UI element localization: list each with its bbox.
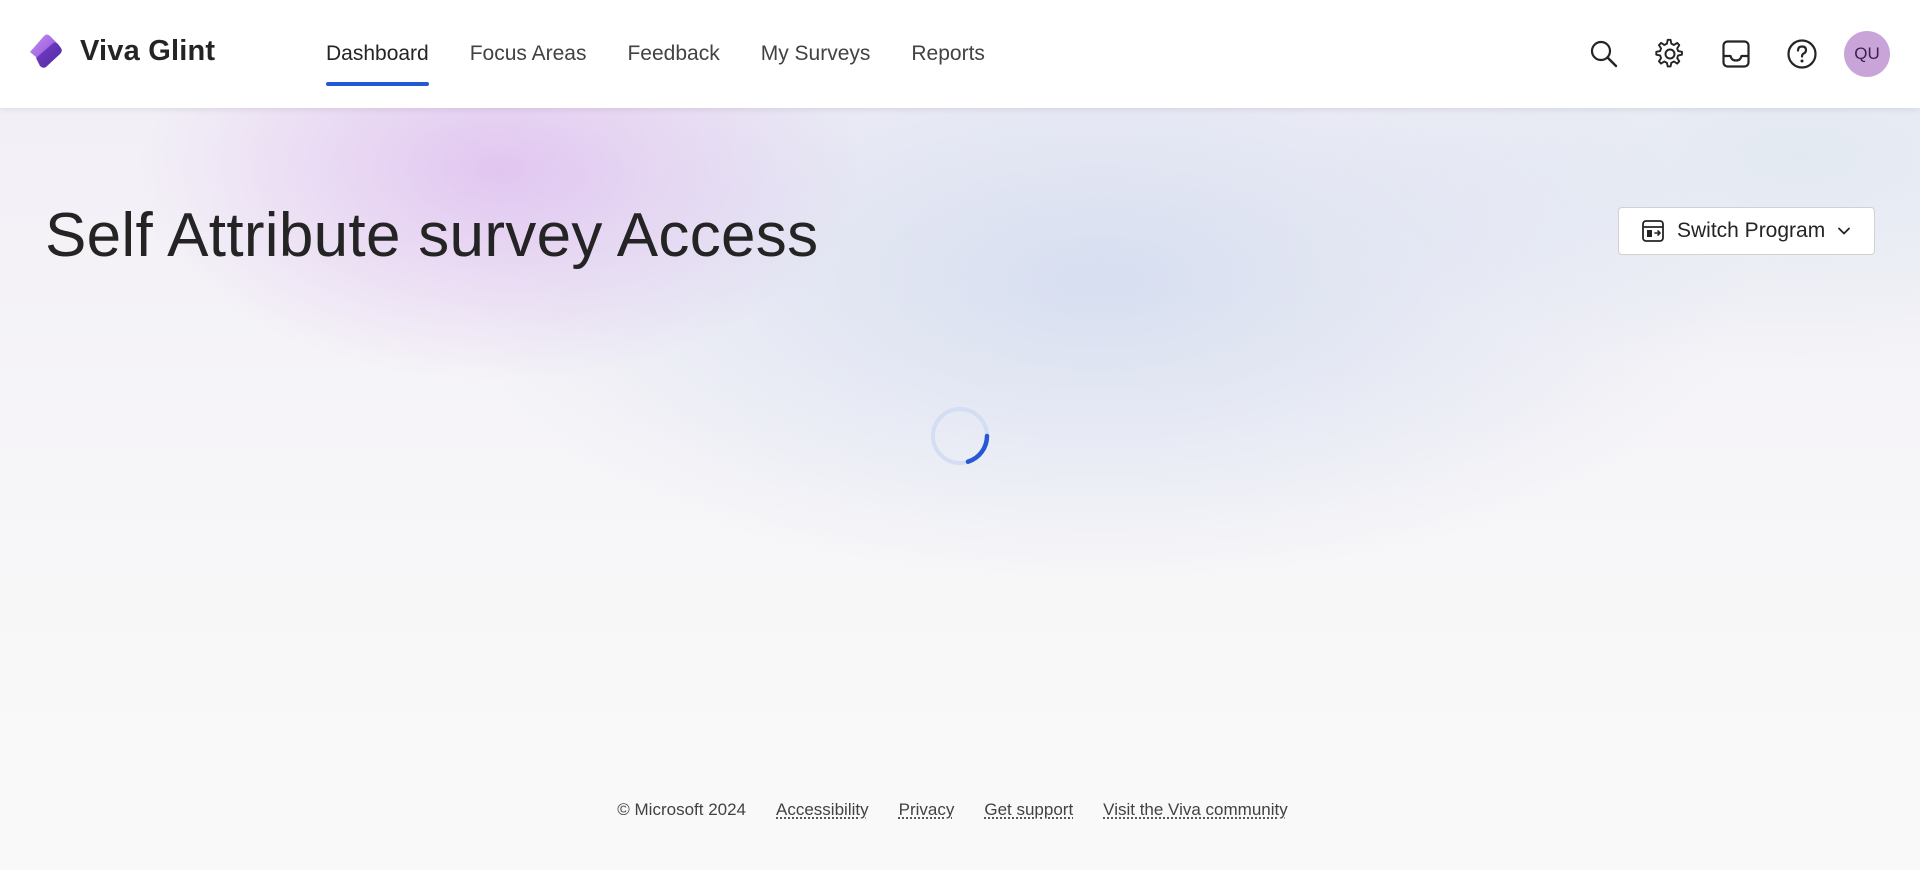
- header-tools: QU: [1562, 30, 1890, 78]
- avatar-initials: QU: [1854, 44, 1880, 63]
- active-tab-indicator: [326, 82, 429, 86]
- search-icon: [1590, 40, 1618, 68]
- settings-button[interactable]: [1646, 30, 1694, 78]
- get-support-link[interactable]: Get support: [984, 800, 1073, 820]
- footer: © Microsoft 2024 Accessibility Privacy G…: [0, 800, 1920, 820]
- user-avatar[interactable]: QU: [1844, 31, 1890, 77]
- privacy-link[interactable]: Privacy: [899, 800, 955, 820]
- nav-item-reports[interactable]: Reports: [911, 0, 985, 108]
- help-button[interactable]: [1778, 30, 1826, 78]
- program-switch-icon: [1642, 220, 1664, 242]
- app-name: Viva Glint: [80, 34, 216, 67]
- nav-item-label: My Surveys: [760, 42, 871, 65]
- main-nav: Dashboard Focus Areas Feedback My Survey…: [326, 0, 1026, 108]
- top-header: Viva Glint Dashboard Focus Areas Feedbac…: [0, 0, 1920, 108]
- main-content: Self Attribute survey Access Switch Prog…: [0, 108, 1920, 758]
- accessibility-link[interactable]: Accessibility: [776, 800, 869, 820]
- nav-item-feedback[interactable]: Feedback: [627, 0, 719, 108]
- nav-item-label: Feedback: [627, 42, 720, 65]
- loading-spinner: [931, 407, 990, 465]
- inbox-button[interactable]: [1712, 30, 1760, 78]
- switch-program-button[interactable]: Switch Program: [1618, 207, 1875, 255]
- nav-item-label: Dashboard: [326, 42, 429, 65]
- search-button[interactable]: [1580, 30, 1628, 78]
- nav-item-my-surveys[interactable]: My Surveys: [761, 0, 871, 108]
- nav-item-label: Reports: [911, 42, 985, 65]
- nav-item-focus-areas[interactable]: Focus Areas: [470, 0, 587, 108]
- nav-item-dashboard[interactable]: Dashboard: [326, 0, 429, 108]
- brand[interactable]: Viva Glint: [26, 32, 215, 70]
- viva-community-link[interactable]: Visit the Viva community: [1103, 800, 1288, 820]
- nav-item-label: Focus Areas: [469, 42, 587, 65]
- switch-program-label: Switch Program: [1677, 219, 1826, 242]
- chevron-down-icon: [1838, 227, 1851, 235]
- inbox-icon: [1722, 40, 1750, 68]
- page-title: Self Attribute survey Access: [45, 201, 819, 270]
- copyright-text: © Microsoft 2024: [617, 800, 747, 819]
- help-icon: [1787, 39, 1817, 69]
- gear-icon: [1655, 38, 1683, 68]
- viva-glint-logo-icon: [30, 34, 62, 68]
